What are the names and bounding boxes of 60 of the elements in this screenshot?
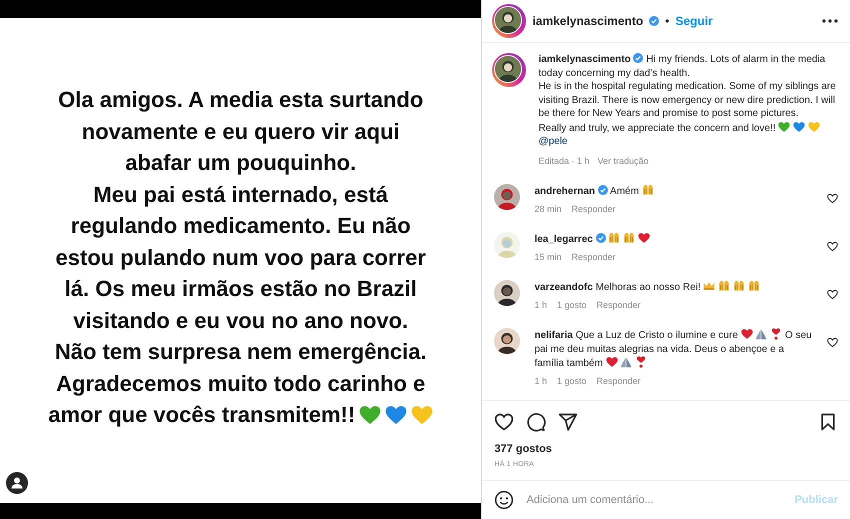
comment-time: 1 h — [534, 374, 547, 388]
username-link[interactable]: lea_legarrec — [534, 234, 593, 245]
post-text-line: regulando medicamento. Eu não — [70, 212, 411, 240]
caption-text: Really and truly, we appreciate the concern and love!! — [538, 120, 838, 135]
send-icon[interactable] — [558, 412, 578, 432]
comment-time: 28 min — [534, 202, 562, 216]
post-text-line: novamente e eu quero vir aqui — [82, 118, 400, 146]
post-text-line: amor que vocês transmitem!! — [48, 401, 356, 430]
folded-hands-emoji-icon — [755, 328, 768, 340]
separator-dot: • — [665, 14, 670, 28]
raised-hands-emoji-icon — [642, 184, 654, 196]
more-options-icon[interactable] — [822, 19, 838, 23]
comment-text: varzeandofc Melhoras ao nosso Rei! — [534, 280, 815, 294]
like-icon[interactable] — [827, 289, 838, 300]
post-text-line: Não tem surpresa nem emergência. — [54, 338, 427, 366]
edited-time: Editada · 1 h — [538, 154, 590, 168]
emoji-icon[interactable] — [494, 490, 514, 510]
username-link[interactable]: iamkelynascimento — [538, 54, 631, 65]
comment-likes[interactable]: 1 gosto — [556, 374, 586, 388]
comment-text: nelifaria Que a Luz de Cristo o ilumine e cure O seu pai me deu muitas alegrias na vida. Deus o abençoe e a família também — [534, 328, 813, 370]
username-link[interactable]: nelifaria — [534, 330, 573, 341]
like-icon[interactable] — [827, 241, 838, 252]
post-text-line: abafar um pouquinho. — [125, 149, 356, 178]
like-icon[interactable] — [827, 193, 838, 204]
see-translation-link[interactable]: Ver tradução — [597, 154, 649, 168]
comment-text: andrehernan Amém — [534, 184, 815, 198]
post-text-line: Agradecemos muito todo carinho e — [56, 370, 426, 398]
caption-text: iamkelynascimento Hi my friends. Lots of alarm in the media today concerning my dad’s health. — [538, 53, 826, 80]
raised-hands-emoji-icon — [608, 232, 620, 244]
post-text-line: lá. Os meu irmãos estão no Brazil — [64, 275, 417, 304]
user-tag-icon[interactable] — [6, 472, 28, 494]
raised-hands-emoji-icon — [748, 280, 760, 292]
post-text-line: visitando e eu vou no ano novo. — [73, 306, 408, 335]
comment-icon[interactable] — [526, 412, 546, 432]
reply-link[interactable]: Responder — [571, 250, 616, 264]
username-link[interactable]: iamkelynascimento — [532, 14, 644, 28]
username-link[interactable]: andrehernan — [534, 186, 596, 197]
raised-hands-emoji-icon — [718, 280, 730, 292]
like-icon[interactable] — [827, 337, 838, 348]
reply-link[interactable]: Responder — [596, 374, 641, 388]
reply-link[interactable]: Responder — [596, 298, 641, 312]
mention-link[interactable]: @pele — [538, 136, 568, 147]
heart-exclamation-emoji-icon — [635, 356, 648, 368]
comment-likes[interactable]: 1 gosto — [556, 298, 586, 312]
raised-hands-emoji-icon — [732, 280, 745, 292]
crown-emoji-icon — [703, 280, 716, 292]
reply-link[interactable]: Responder — [571, 202, 616, 216]
comment-time: 1 h — [534, 298, 547, 312]
heart-exclamation-emoji-icon — [770, 328, 782, 340]
likes-count[interactable]: 377 gostos — [494, 443, 838, 455]
post-text-line: Ola amigos. A media esta surtando — [58, 86, 424, 114]
like-icon[interactable] — [494, 412, 514, 432]
username-link[interactable]: varzeandofc — [534, 282, 593, 293]
follow-button[interactable]: Seguir — [675, 14, 713, 28]
post-text-line: Meu pai está internado, está — [93, 180, 388, 209]
raised-hands-emoji-icon — [623, 232, 636, 244]
comment-time: 15 min — [534, 250, 562, 264]
folded-hands-emoji-icon — [620, 356, 632, 368]
post-text-line: estou pulando num voo para correr — [56, 244, 426, 272]
caption-text: He is in the hospital regulating medication. Some of my siblings are visiting Brazil. There is now emergency or new dire prediction. I will be there for New Years and promise to post some pictures. — [538, 80, 837, 120]
